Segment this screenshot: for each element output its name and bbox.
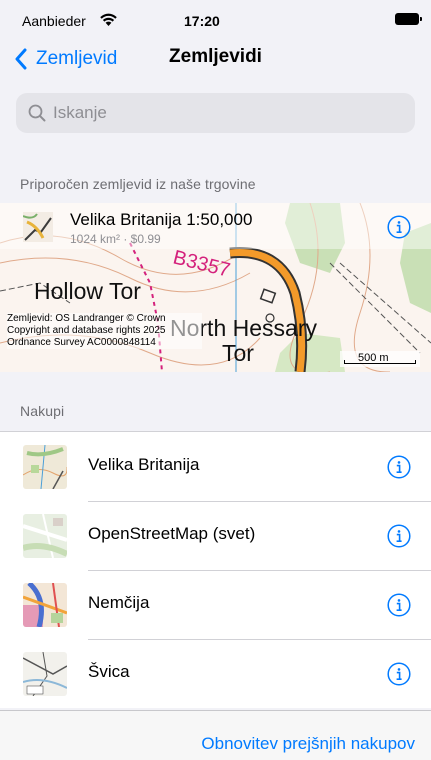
info-button[interactable] — [387, 455, 411, 479]
list-item[interactable]: Nemčija — [0, 570, 431, 639]
info-button[interactable] — [387, 524, 411, 548]
de-map-thumbnail-icon — [23, 583, 67, 627]
list-item-label: OpenStreetMap (svet) — [88, 524, 256, 543]
bottom-toolbar: Obnovitev prejšnjih nakupov — [0, 710, 431, 760]
list-item[interactable]: Velika Britanija — [0, 432, 431, 501]
list-item[interactable]: Švica — [0, 639, 431, 708]
info-icon — [387, 524, 411, 548]
map-tile-icon — [23, 212, 53, 242]
info-icon — [387, 662, 411, 686]
list-item[interactable]: OpenStreetMap (svet) — [0, 501, 431, 570]
info-button[interactable] — [387, 662, 411, 686]
info-icon — [387, 593, 411, 617]
info-icon — [387, 455, 411, 479]
status-bar: Aanbieder 17:20 — [0, 0, 431, 40]
info-icon — [387, 215, 411, 239]
wifi-icon — [100, 13, 117, 26]
scale-line — [344, 360, 416, 364]
ch-map-thumbnail-icon — [23, 652, 67, 696]
map-place-label-1: Hollow Tor — [34, 278, 141, 304]
featured-title: Velika Britanija 1:50,000 — [70, 210, 253, 229]
featured-section-header: Priporočen zemljevid iz naše trgovine — [20, 176, 256, 192]
map-scale-bar: 500 m — [340, 351, 420, 367]
purchases-list: Velika Britanija OpenStreetMap (svet) Ne… — [0, 431, 431, 708]
search-bar[interactable] — [16, 93, 415, 133]
info-button[interactable] — [387, 593, 411, 617]
search-input[interactable] — [53, 103, 393, 123]
list-item-label: Velika Britanija — [88, 455, 200, 474]
map-place-label-3: Tor — [222, 340, 254, 366]
battery-icon — [395, 13, 422, 25]
list-item-label: Švica — [88, 662, 130, 681]
featured-info-button[interactable] — [387, 215, 411, 239]
restore-purchases-button[interactable]: Obnovitev prejšnjih nakupov — [201, 734, 415, 754]
featured-map-card[interactable]: B3357 Hollow Tor North Hessary Tor Velik… — [0, 203, 431, 372]
clock: 17:20 — [184, 13, 220, 29]
carrier-label: Aanbieder — [22, 13, 86, 29]
osm-map-thumbnail-icon — [23, 514, 67, 558]
search-icon — [28, 104, 46, 122]
page-title: Zemljevidi — [169, 46, 262, 67]
map-attribution: Zemljevid: OS Landranger © Crown Copyrig… — [7, 313, 202, 349]
purchases-section-header: Nakupi — [20, 403, 65, 419]
featured-subtitle: 1024 km² · $0.99 — [70, 232, 161, 246]
gb-map-thumbnail-icon — [23, 445, 67, 489]
list-item-label: Nemčija — [88, 593, 150, 612]
